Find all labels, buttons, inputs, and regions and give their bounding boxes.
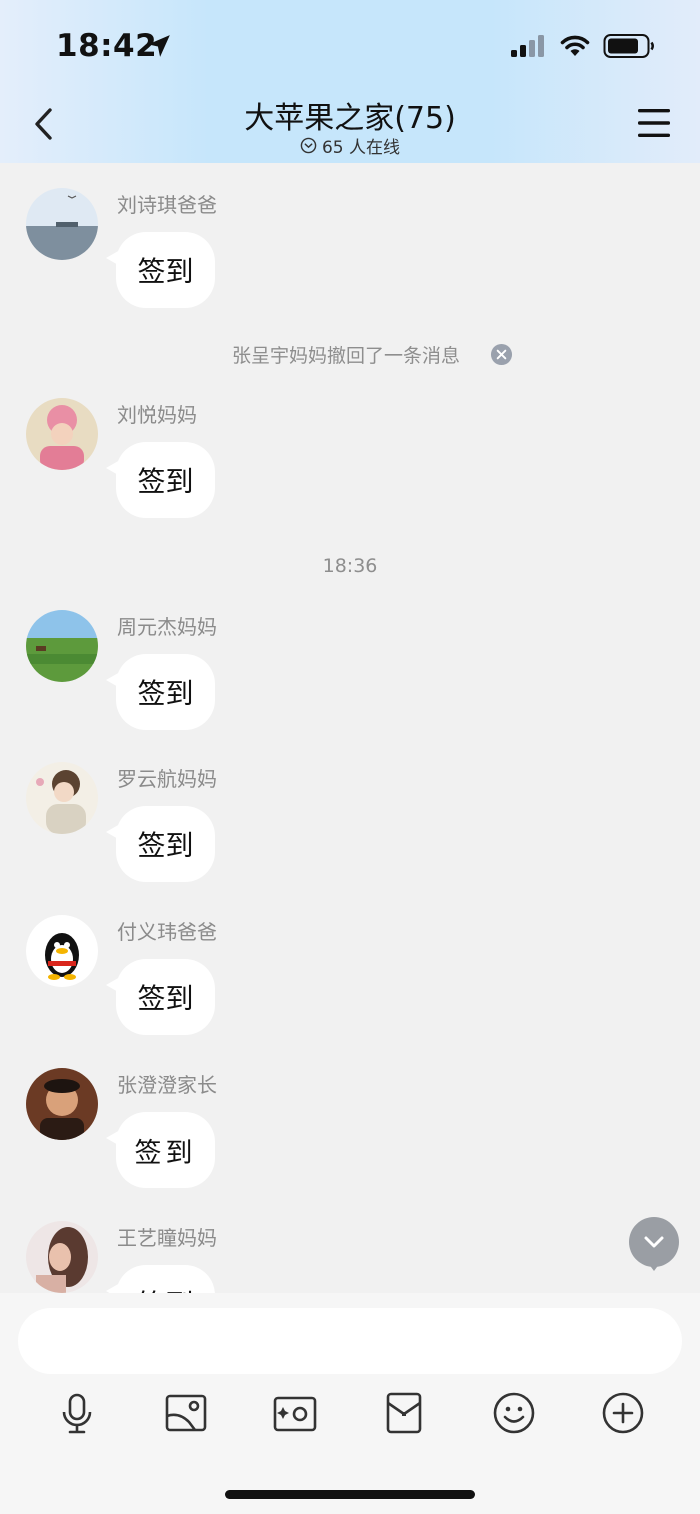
timestamp: 18:36 xyxy=(322,555,378,577)
man-portrait-avatar-icon xyxy=(26,1068,98,1140)
penguin-avatar-icon xyxy=(26,915,98,987)
close-icon[interactable] xyxy=(490,343,513,366)
camera-button[interactable] xyxy=(272,1390,318,1436)
status-time: 18:42 xyxy=(56,28,158,64)
sender-name: 罗云航妈妈 xyxy=(117,767,217,791)
avatar[interactable] xyxy=(26,915,98,987)
recall-notice-text: 张呈宇妈妈撤回了一条消息 xyxy=(231,345,460,367)
message-bubble[interactable]: 签到 xyxy=(106,442,215,518)
lake-avatar-icon xyxy=(26,188,98,260)
online-count[interactable]: 65 人在线 xyxy=(0,133,700,158)
message-bubble[interactable]: 签到 xyxy=(106,1265,215,1293)
message-item: 付义玮爸爸 签到 xyxy=(0,915,700,1055)
emoji-button[interactable] xyxy=(491,1390,537,1436)
message-bubble[interactable]: 签到 xyxy=(106,806,215,882)
red-packet-button[interactable] xyxy=(381,1390,427,1436)
message-item: 周元杰妈妈 签到 xyxy=(0,610,700,750)
image-button[interactable] xyxy=(163,1390,209,1436)
camera-icon xyxy=(273,1396,317,1432)
avatar[interactable] xyxy=(26,398,98,470)
sender-name: 刘悦妈妈 xyxy=(117,403,197,427)
message-list[interactable]: 刘诗琪爸爸 签到 张呈宇妈妈撤回了一条消息 刘悦妈妈 签到 18:36 周元杰妈… xyxy=(0,163,700,1293)
avatar[interactable] xyxy=(26,188,98,260)
message-bubble[interactable]: 签到 xyxy=(106,959,215,1035)
avatar[interactable] xyxy=(26,1068,98,1140)
sender-name: 付义玮爸爸 xyxy=(117,920,217,944)
voice-button[interactable] xyxy=(54,1390,100,1436)
avatar[interactable] xyxy=(26,610,98,682)
message-bubble[interactable]: 签到 xyxy=(106,232,215,308)
wifi-icon xyxy=(560,35,590,56)
microphone-icon xyxy=(62,1393,92,1434)
recall-notice: 张呈宇妈妈撤回了一条消息 xyxy=(0,341,700,368)
location-arrow-icon xyxy=(148,35,170,57)
chat-header: 18:42 大苹果之家(75) 65 人在线 xyxy=(0,0,700,163)
image-icon xyxy=(165,1394,207,1432)
avatar[interactable] xyxy=(26,762,98,834)
meadow-avatar-icon xyxy=(26,610,98,682)
message-item: 张澄澄家长 签到 xyxy=(0,1068,700,1208)
message-item: 刘诗琪爸爸 签到 xyxy=(0,188,700,328)
girl-flower-avatar-icon xyxy=(26,398,98,470)
chevron-circle-icon xyxy=(300,137,317,154)
input-area xyxy=(0,1293,700,1514)
avatar[interactable] xyxy=(26,1221,98,1293)
battery-icon xyxy=(603,34,654,58)
plus-icon xyxy=(602,1392,644,1434)
illustrated-girl-avatar-icon xyxy=(26,762,98,834)
more-button[interactable] xyxy=(600,1390,646,1436)
message-item: 王艺瞳妈妈 签到 xyxy=(0,1221,700,1293)
sender-name: 王艺瞳妈妈 xyxy=(117,1226,217,1250)
message-input[interactable] xyxy=(18,1308,682,1374)
sender-name: 刘诗琪爸爸 xyxy=(117,193,217,217)
menu-icon[interactable] xyxy=(636,106,672,140)
signal-icon xyxy=(511,35,544,57)
sender-name: 周元杰妈妈 xyxy=(117,615,217,639)
message-item: 刘悦妈妈 签到 xyxy=(0,398,700,538)
home-indicator[interactable] xyxy=(225,1490,475,1499)
emoji-icon xyxy=(493,1392,535,1434)
group-title: 大苹果之家(75) xyxy=(244,101,456,136)
red-packet-icon xyxy=(386,1392,422,1434)
online-count-label: 65 人在线 xyxy=(321,138,401,158)
message-bubble[interactable]: 签到 xyxy=(106,1112,215,1188)
woman-portrait-avatar-icon xyxy=(26,1221,98,1293)
chevron-down-icon xyxy=(644,1236,664,1248)
sender-name: 张澄澄家长 xyxy=(117,1073,217,1097)
message-bubble[interactable]: 签到 xyxy=(106,654,215,730)
message-item: 罗云航妈妈 签到 xyxy=(0,762,700,902)
scroll-to-bottom-button[interactable] xyxy=(629,1217,679,1271)
